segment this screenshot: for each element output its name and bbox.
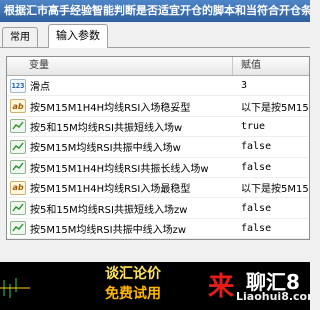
- parameter-name: 按5M15M1H4H均线RSI入场最稳型: [30, 184, 191, 196]
- boolean-icon: [10, 160, 26, 175]
- parameter-name: 按5和15M均线RSI共振短线入场zw: [30, 204, 188, 216]
- tab-divider: [0, 47, 310, 48]
- table-row[interactable]: 按5和15M均线RSI共振短线入场w true: [7, 117, 309, 138]
- table-row[interactable]: 123 滑点 3: [7, 76, 309, 97]
- parameter-value[interactable]: false: [233, 162, 309, 173]
- tab-common[interactable]: 常用: [2, 27, 38, 47]
- column-header-variable[interactable]: 变量: [7, 57, 233, 75]
- tab-input-parameters[interactable]: 输入参数: [48, 24, 108, 48]
- parameter-value[interactable]: false: [233, 223, 309, 234]
- parameter-value[interactable]: true: [233, 121, 309, 132]
- parameter-value[interactable]: 以下是按5M15M1H4: [233, 180, 309, 195]
- table-row[interactable]: ab 按5M15M1H4H均线RSI入场稳妥型 以下是按5M15M1H4: [7, 96, 309, 117]
- text-icon: ab: [10, 99, 26, 114]
- logo-url: Liaohui8.com: [236, 290, 310, 303]
- chart-fragment-icon: [0, 278, 30, 298]
- window-title: 根据汇市高手经验智能判断是否适宜开仓的脚本和当符合开仓条件: [0, 0, 310, 22]
- promo-line-2: 免费试用: [105, 286, 161, 302]
- parameter-value[interactable]: false: [233, 203, 309, 214]
- parameters-grid: 变量 赋值 123 滑点 3 ab 按5M15M1H4H均线RSI入场稳妥型 以下是按5M…: [6, 56, 310, 240]
- table-row[interactable]: ab 按5M15M1H4H均线RSI入场最稳型 以下是按5M15M1H4: [7, 178, 309, 199]
- boolean-icon: [10, 119, 26, 134]
- text-icon: ab: [10, 180, 26, 195]
- boolean-icon: [10, 221, 26, 236]
- grid-header: 变量 赋值: [7, 57, 309, 76]
- parameter-name: 按5M15M1H4H均线RSI共振长线入场w: [30, 163, 209, 175]
- column-header-value[interactable]: 赋值: [233, 57, 309, 75]
- number-icon: 123: [10, 78, 26, 93]
- tab-bar: 常用 输入参数: [0, 24, 310, 48]
- site-logo[interactable]: 来 聊汇8 Liaohui8.com: [200, 262, 310, 310]
- parameter-value[interactable]: false: [233, 141, 309, 152]
- logo-glyph: 来: [208, 272, 235, 302]
- boolean-icon: [10, 139, 26, 154]
- parameter-name: 按5和15M均线RSI共振短线入场w: [30, 122, 183, 134]
- promo-line-1: 谈汇论价: [105, 266, 161, 282]
- grid-rows: 123滑点3ab按5M15M1H4H均线RSI入场稳妥型以下是按5M15M1H4…: [7, 76, 309, 239]
- parameter-name: 按5M15M均线RSI共振中线入场w: [30, 143, 181, 155]
- parameter-name: 按5M15M1H4H均线RSI入场稳妥型: [30, 102, 191, 114]
- parameter-name: 按5M15M均线RSI共振中线入场zw: [30, 224, 187, 236]
- parameter-value[interactable]: 3: [233, 80, 309, 91]
- table-row[interactable]: 按5M15M均线RSI共振中线入场w false: [7, 137, 309, 158]
- boolean-icon: [10, 201, 26, 216]
- table-row[interactable]: 按5M15M1H4H均线RSI共振长线入场w false: [7, 158, 309, 178]
- table-row[interactable]: 按5和15M均线RSI共振短线入场zw false: [7, 198, 309, 219]
- promo-banner[interactable]: 谈汇论价 免费试用: [78, 264, 188, 306]
- parameter-value[interactable]: 以下是按5M15M1H4: [233, 99, 309, 114]
- table-row[interactable]: 按5M15M均线RSI共振中线入场zw false: [7, 219, 309, 239]
- chart-background-strip: 谈汇论价 免费试用 来 聊汇8 Liaohui8.com: [0, 262, 310, 310]
- parameter-name: 滑点: [30, 82, 50, 94]
